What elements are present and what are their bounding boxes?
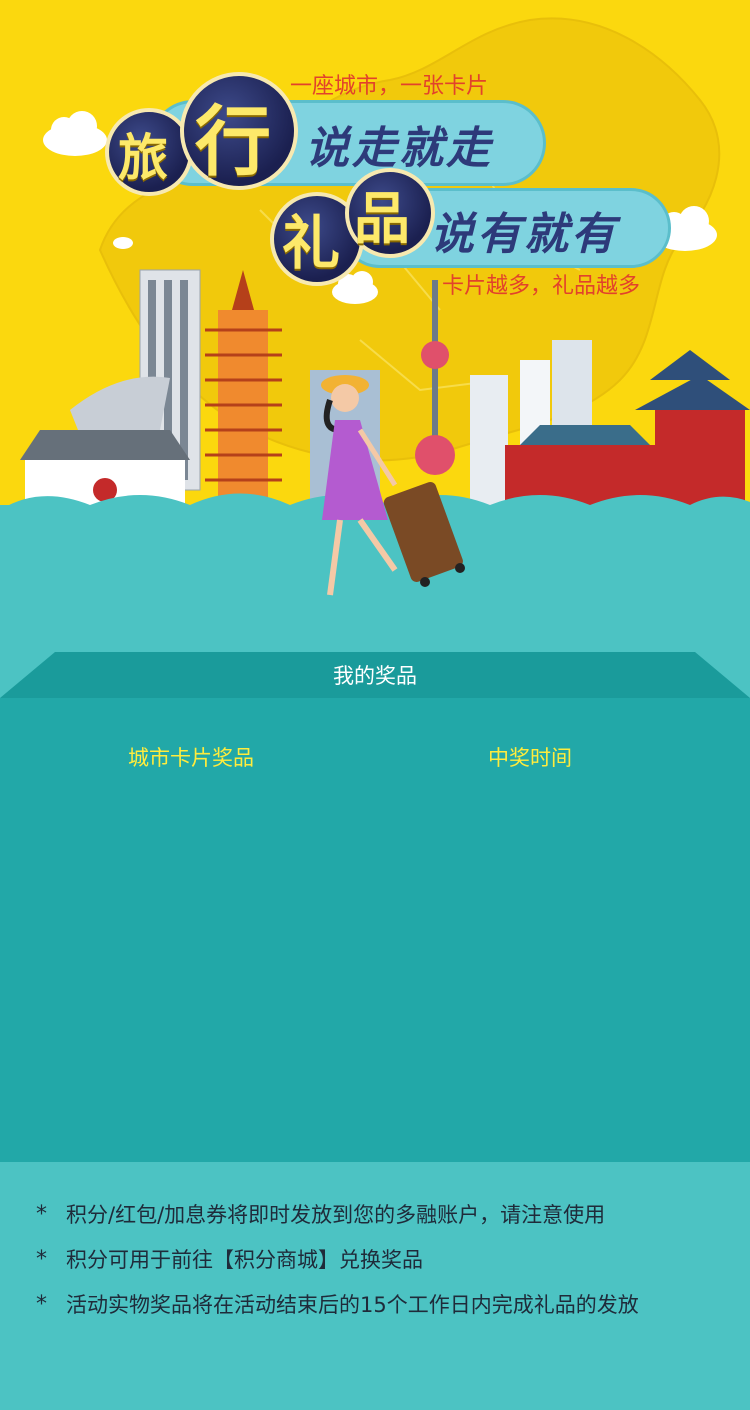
bullet-star-icon: * [36, 1292, 47, 1317]
prize-section-title: 我的奖品 [333, 664, 417, 688]
traveller-illustration [321, 375, 465, 596]
note-item: * 积分可用于前往【积分商城】兑换奖品 [36, 1247, 736, 1273]
hero-banner: 一座城市，一张卡片 旅 行 说走就走 礼 品 说有就有 卡片越多，礼品越多 [0, 0, 750, 650]
tagline-top: 一座城市，一张卡片 [290, 74, 489, 99]
cloud-icon [43, 111, 107, 156]
bullet-star-icon: * [36, 1202, 47, 1227]
title-text-travel: 说走就走 [305, 123, 493, 174]
title-text-gift: 说有就有 [430, 209, 618, 260]
note-text: 积分/红包/加息券将即时发放到您的多融账户，请注意使用 [66, 1203, 606, 1227]
rules-notes: * 积分/红包/加息券将即时发放到您的多融账户，请注意使用 * 积分可用于前往【… [36, 1202, 736, 1337]
prize-list-panel [0, 698, 750, 1162]
column-header-card-prize: 城市卡片奖品 [128, 746, 254, 770]
note-item: * 积分/红包/加息券将即时发放到您的多融账户，请注意使用 [36, 1202, 736, 1228]
title-char-pin: 品 [354, 186, 410, 252]
note-item: * 活动实物奖品将在活动结束后的15个工作日内完成礼品的发放 [36, 1292, 736, 1318]
cloud-icon [113, 237, 133, 249]
title-char-lv: 旅 [118, 128, 168, 187]
note-text: 积分可用于前往【积分商城】兑换奖品 [66, 1248, 423, 1272]
note-text: 活动实物奖品将在活动结束后的15个工作日内完成礼品的发放 [66, 1293, 639, 1317]
title-char-xing: 行 [195, 97, 271, 186]
bullet-star-icon: * [36, 1247, 47, 1272]
column-header-win-time: 中奖时间 [488, 746, 572, 770]
